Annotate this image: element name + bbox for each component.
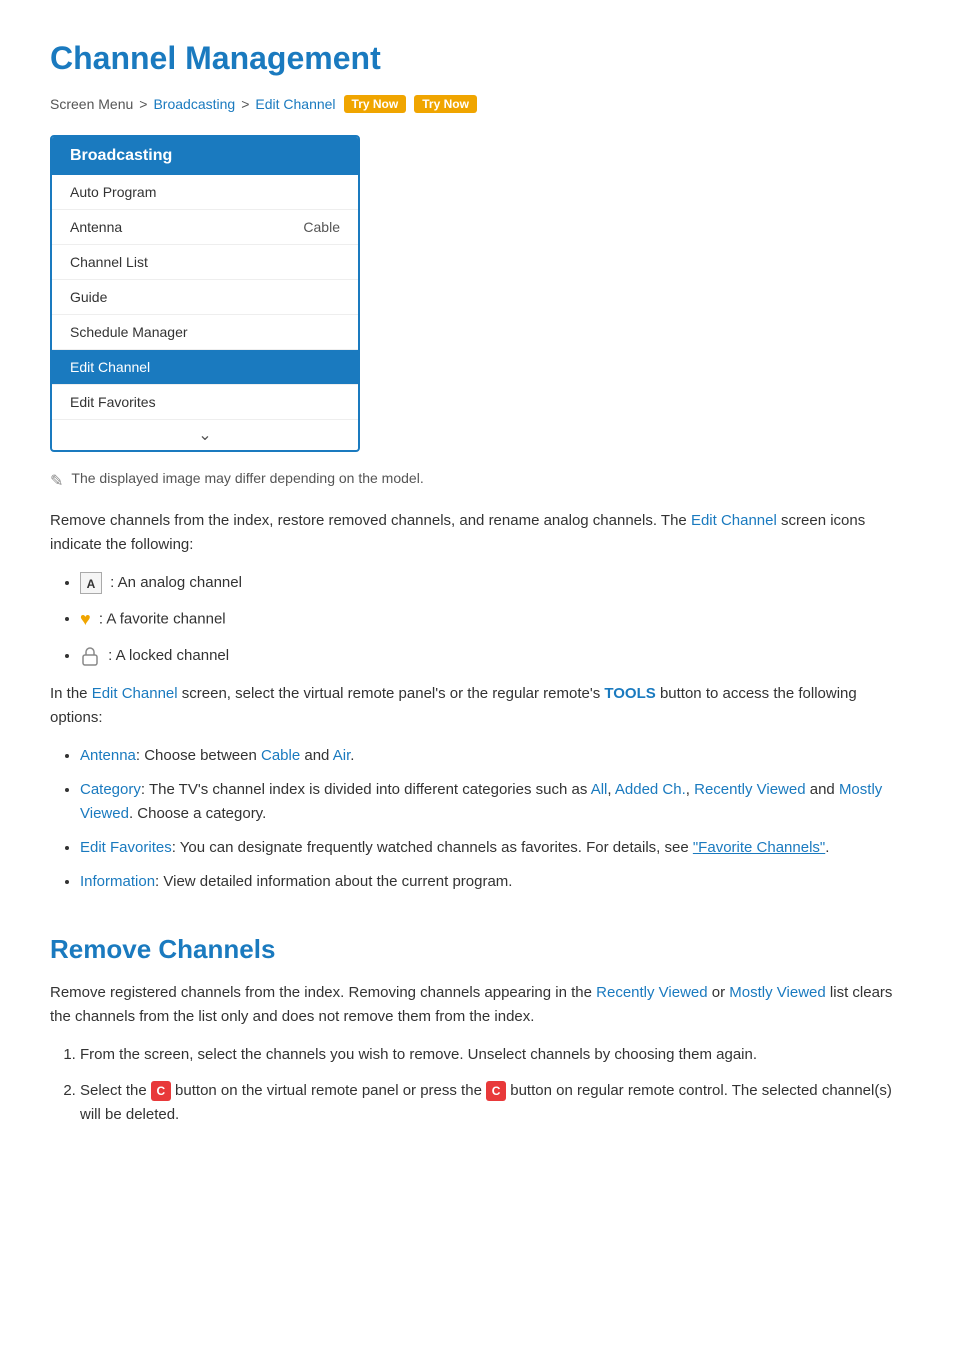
tv-menu-item-label: Schedule Manager (70, 324, 188, 340)
tv-menu-item-edit-favorites[interactable]: Edit Favorites (52, 385, 358, 420)
option-information-link[interactable]: Information (80, 873, 155, 890)
tv-menu-header: Broadcasting (52, 137, 358, 175)
tools-paragraph: In the Edit Channel screen, select the v… (50, 682, 904, 730)
c-button-2: C (486, 1081, 506, 1101)
note: ✎ The displayed image may differ dependi… (50, 470, 904, 491)
page-title: Channel Management (50, 40, 904, 77)
intro-paragraph: Remove channels from the index, restore … (50, 509, 904, 557)
icon-label-favorite: : A favorite channel (99, 610, 226, 627)
intro-edit-channel-link[interactable]: Edit Channel (691, 512, 777, 529)
tv-menu-item-antenna[interactable]: Antenna Cable (52, 210, 358, 245)
tv-menu-item-label: Antenna (70, 219, 122, 235)
option-information: Information: View detailed information a… (80, 870, 904, 894)
option-edit-favorites: Edit Favorites: You can designate freque… (80, 836, 904, 860)
icon-label-analog: : An analog channel (110, 574, 242, 591)
option-edit-favorites-link[interactable]: Edit Favorites (80, 839, 172, 856)
breadcrumb-link-edit-channel[interactable]: Edit Channel (255, 96, 335, 112)
lock-icon (80, 645, 100, 667)
c-button-1: C (151, 1081, 171, 1101)
icon-list-item-favorite: ♥ : A favorite channel (80, 605, 904, 634)
icon-list-item-locked: : A locked channel (80, 644, 904, 668)
mostly-viewed-link[interactable]: Mostly Viewed (729, 984, 825, 1001)
heart-icon: ♥ (80, 605, 91, 634)
option-added-ch-link[interactable]: Added Ch. (615, 781, 686, 798)
option-all-link[interactable]: All (591, 781, 608, 798)
icon-label-locked: : A locked channel (108, 647, 229, 664)
tv-menu-chevron: ⌄ (52, 420, 358, 450)
tv-menu-item-label: Edit Channel (70, 359, 150, 375)
icons-list: A : An analog channel ♥ : A favorite cha… (80, 571, 904, 668)
try-now-button-2[interactable]: Try Now (414, 95, 477, 113)
tv-menu-item-label: Channel List (70, 254, 148, 270)
tv-menu-item-channel-list[interactable]: Channel List (52, 245, 358, 280)
options-list: Antenna: Choose between Cable and Air. C… (80, 744, 904, 894)
tools-label: TOOLS (604, 685, 655, 702)
tv-menu-item-auto-program[interactable]: Auto Program (52, 175, 358, 210)
step-1: From the screen, select the channels you… (80, 1043, 904, 1067)
tv-menu-item-label: Guide (70, 289, 107, 305)
tools-edit-channel-link[interactable]: Edit Channel (92, 685, 178, 702)
option-antenna: Antenna: Choose between Cable and Air. (80, 744, 904, 768)
option-recently-viewed-link[interactable]: Recently Viewed (694, 781, 805, 798)
remove-channels-steps: From the screen, select the channels you… (80, 1043, 904, 1127)
breadcrumb: Screen Menu > Broadcasting > Edit Channe… (50, 95, 904, 113)
tv-menu-item-edit-channel[interactable]: Edit Channel (52, 350, 358, 385)
try-now-button-1[interactable]: Try Now (344, 95, 407, 113)
tv-menu-item-guide[interactable]: Guide (52, 280, 358, 315)
icon-list-item-analog: A : An analog channel (80, 571, 904, 595)
recently-viewed-link[interactable]: Recently Viewed (596, 984, 707, 1001)
breadcrumb-prefix: Screen Menu (50, 96, 133, 112)
option-category-link[interactable]: Category (80, 781, 141, 798)
breadcrumb-sep1: > (139, 96, 147, 112)
option-favorite-channels-link[interactable]: "Favorite Channels" (693, 839, 825, 856)
analog-icon: A (80, 572, 102, 594)
tv-menu-item-schedule-manager[interactable]: Schedule Manager (52, 315, 358, 350)
option-cable-link[interactable]: Cable (261, 747, 300, 764)
option-air-link[interactable]: Air (333, 747, 351, 764)
option-category: Category: The TV's channel index is divi… (80, 778, 904, 826)
remove-channels-intro: Remove registered channels from the inde… (50, 981, 904, 1029)
step-2: Select the C button on the virtual remot… (80, 1079, 904, 1127)
breadcrumb-link-broadcasting[interactable]: Broadcasting (153, 96, 235, 112)
tv-menu: Broadcasting Auto Program Antenna Cable … (50, 135, 360, 452)
note-icon: ✎ (50, 471, 63, 491)
option-antenna-link[interactable]: Antenna (80, 747, 136, 764)
breadcrumb-sep2: > (241, 96, 249, 112)
tv-menu-item-label: Auto Program (70, 184, 156, 200)
note-text: The displayed image may differ depending… (71, 470, 423, 486)
tv-menu-item-label: Edit Favorites (70, 394, 156, 410)
tv-menu-item-value: Cable (303, 219, 340, 235)
remove-channels-heading: Remove Channels (50, 934, 904, 965)
